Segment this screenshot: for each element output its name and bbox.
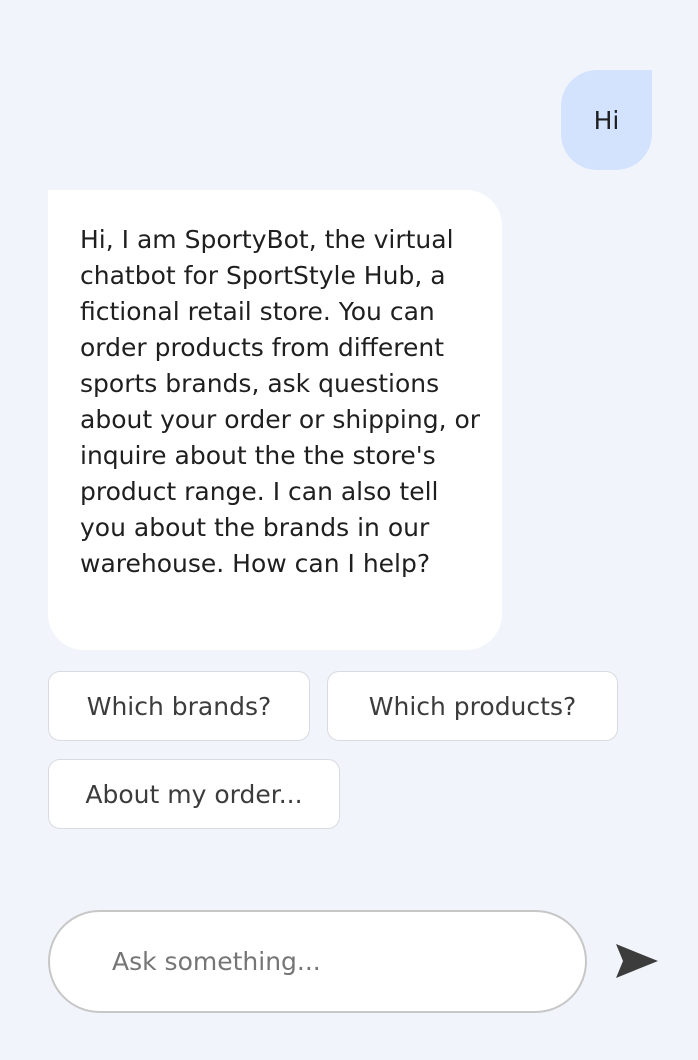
chat-transcript: Hi Hi, I am SportyBot, the virtual chatb… xyxy=(0,0,698,880)
message-input[interactable] xyxy=(112,912,552,1011)
suggestion-chip-order[interactable]: About my order... xyxy=(48,759,340,829)
suggestion-chip-label: Which brands? xyxy=(86,691,272,721)
send-button[interactable] xyxy=(610,937,662,985)
bot-message-text: Hi, I am SportyBot, the virtual chatbot … xyxy=(80,225,481,578)
user-message-bubble: Hi xyxy=(561,70,652,170)
suggestion-chip-brands[interactable]: Which brands? xyxy=(48,671,310,741)
bot-message-bubble: Hi, I am SportyBot, the virtual chatbot … xyxy=(48,190,502,650)
user-message-text: Hi xyxy=(593,105,620,135)
suggestion-chip-label: About my order... xyxy=(85,779,303,809)
send-icon xyxy=(616,944,658,978)
message-composer xyxy=(48,910,587,1013)
suggestion-chip-products[interactable]: Which products? xyxy=(327,671,618,741)
suggestion-chip-label: Which products? xyxy=(368,691,577,721)
